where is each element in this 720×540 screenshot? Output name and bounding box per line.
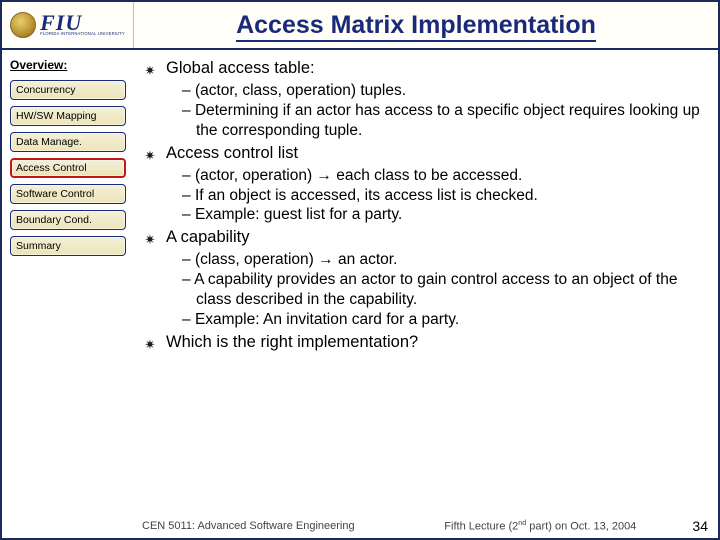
sub-bullet: (actor, operation) → each class to be ac…	[182, 166, 700, 186]
slide-header: FIU FLORIDA INTERNATIONAL UNIVERSITY Acc…	[2, 2, 718, 50]
slide-number: 34	[692, 518, 708, 534]
sub-bullet: Example: An invitation card for a party.	[182, 310, 700, 330]
sub-bullet: (class, operation) → an actor.	[182, 250, 700, 270]
sidebar-heading: Overview:	[10, 58, 126, 72]
sidebar: Overview: Concurrency HW/SW Mapping Data…	[2, 50, 134, 516]
bullet-text: Which is the right implementation?	[166, 332, 418, 353]
fiu-logo: FIU FLORIDA INTERNATIONAL UNIVERSITY	[2, 2, 134, 48]
arrow-icon: →	[318, 251, 334, 268]
sub-bullet: Determining if an actor has access to a …	[182, 101, 700, 141]
bullet-star-icon	[144, 58, 156, 79]
sidebar-item-data-manage[interactable]: Data Manage.	[10, 132, 126, 152]
bullet-which-implementation: Which is the right implementation?	[144, 332, 700, 353]
logo-text: FIU	[40, 14, 125, 32]
slide-title-text: Access Matrix Implementation	[236, 11, 596, 42]
slide-title: Access Matrix Implementation	[134, 11, 718, 40]
bullet-text: Global access table:	[166, 58, 315, 79]
sub-bullet: If an object is accessed, its access lis…	[182, 186, 700, 206]
footer-course: CEN 5011: Advanced Software Engineering	[142, 520, 355, 532]
bullet-text: A capability	[166, 227, 249, 248]
bullet-capability: A capability	[144, 227, 700, 248]
sidebar-item-boundary-cond[interactable]: Boundary Cond.	[10, 210, 126, 230]
sub-bullets: (class, operation) → an actor. A capabil…	[144, 250, 700, 329]
bullet-text: Access control list	[166, 143, 298, 164]
sub-bullet: A capability provides an actor to gain c…	[182, 270, 700, 310]
slide-body: Overview: Concurrency HW/SW Mapping Data…	[2, 50, 718, 516]
sidebar-item-software-control[interactable]: Software Control	[10, 184, 126, 204]
sidebar-item-access-control[interactable]: Access Control	[10, 158, 126, 178]
sidebar-item-hw-sw-mapping[interactable]: HW/SW Mapping	[10, 106, 126, 126]
sidebar-item-concurrency[interactable]: Concurrency	[10, 80, 126, 100]
university-seal-icon	[10, 12, 36, 38]
slide-footer: CEN 5011: Advanced Software Engineering …	[2, 516, 718, 538]
logo-text-block: FIU FLORIDA INTERNATIONAL UNIVERSITY	[40, 14, 125, 37]
bullet-access-control-list: Access control list	[144, 143, 700, 164]
sub-bullet: Example: guest list for a party.	[182, 205, 700, 225]
bullet-global-access-table: Global access table:	[144, 58, 700, 79]
arrow-icon: →	[316, 167, 332, 184]
footer-lecture: Fifth Lecture (2nd part) on Oct. 13, 200…	[355, 519, 706, 533]
logo-subtext: FLORIDA INTERNATIONAL UNIVERSITY	[40, 31, 125, 36]
slide-content: Global access table: (actor, class, oper…	[134, 50, 718, 516]
bullet-star-icon	[144, 143, 156, 164]
sidebar-item-summary[interactable]: Summary	[10, 236, 126, 256]
bullet-star-icon	[144, 332, 156, 353]
sub-bullet: (actor, class, operation) tuples.	[182, 81, 700, 101]
bullet-star-icon	[144, 227, 156, 248]
sub-bullets: (actor, class, operation) tuples. Determ…	[144, 81, 700, 140]
sub-bullets: (actor, operation) → each class to be ac…	[144, 166, 700, 225]
